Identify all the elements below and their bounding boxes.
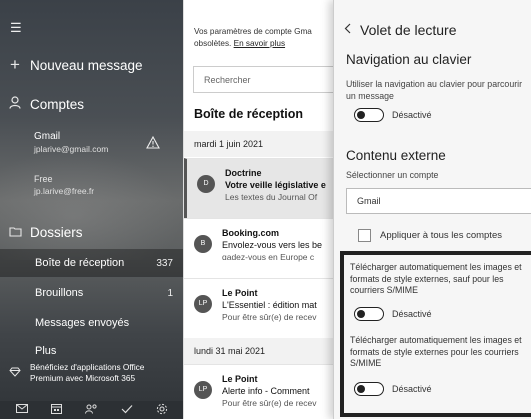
auto-download-smime-desc: Télécharger automatiquement les images e… xyxy=(350,335,522,368)
folder-more[interactable]: Plus xyxy=(0,338,183,364)
apply-all-option[interactable]: Appliquer à tous les comptes xyxy=(358,229,502,242)
mail-item[interactable]: LP Le Point Alerte info - Comment Pour ê… xyxy=(184,364,343,419)
pane-header: Volet de lecture xyxy=(344,22,457,38)
apply-all-checkbox[interactable] xyxy=(358,229,371,242)
mail-subject: L'Essentiel : édition mat xyxy=(222,300,317,310)
avatar: LP xyxy=(194,295,212,313)
auto-download-non-smime-desc: Télécharger automatiquement les images e… xyxy=(350,262,522,295)
calendar-icon[interactable] xyxy=(45,403,69,417)
folder-count: 1 xyxy=(167,287,173,299)
mail-sender: Le Point xyxy=(222,374,258,384)
todo-icon[interactable] xyxy=(115,404,139,417)
sidebar-footer xyxy=(0,401,183,419)
folder-label: Brouillons xyxy=(35,287,84,299)
mail-sender: Doctrine xyxy=(225,168,262,178)
toggle-knob xyxy=(357,309,365,318)
mail-list: Vos paramètres de compte Gma obsolètes. … xyxy=(183,0,343,419)
selected-account: Gmail xyxy=(357,196,381,206)
search-input[interactable]: Rechercher xyxy=(193,66,343,93)
new-message-button[interactable]: + Nouveau message xyxy=(0,52,183,78)
reading-pane-settings: Volet de lecture Navigation au clavier U… xyxy=(333,0,531,419)
folder-drafts[interactable]: Brouillons 1 xyxy=(0,279,183,307)
folder-sent[interactable]: Messages envoyés xyxy=(0,309,183,337)
toggle-state: Désactivé xyxy=(392,384,432,394)
mail-subject: Votre veille législative e xyxy=(225,180,326,190)
accounts-header[interactable]: Comptes xyxy=(0,91,183,117)
mail-sender: Booking.com xyxy=(222,228,280,238)
accounts-title: Comptes xyxy=(30,96,85,112)
external-content-title: Contenu externe xyxy=(346,148,446,163)
folder-label: Messages envoyés xyxy=(35,317,130,329)
mail-item[interactable]: LP Le Point L'Essentiel : édition mat Po… xyxy=(184,278,343,338)
toggle-knob xyxy=(357,110,365,119)
account-free[interactable]: Free jp.larive@free.fr xyxy=(34,174,94,196)
folder-count: 337 xyxy=(156,257,173,269)
toggle-knob xyxy=(357,384,365,393)
toggle-state: Désactivé xyxy=(392,110,432,120)
keyboard-nav-title: Navigation au clavier xyxy=(346,52,472,67)
toggle-state: Désactivé xyxy=(392,309,432,319)
account-gmail[interactable]: Gmail jplarive@gmail.com xyxy=(34,131,108,154)
folders-title: Dossiers xyxy=(30,224,83,240)
account-name: Gmail xyxy=(34,131,61,142)
auto-download-smime-toggle[interactable]: Désactivé xyxy=(354,382,432,396)
mail-subject: Alerte info - Comment xyxy=(222,386,310,396)
date-header: mardi 1 juin 2021 xyxy=(184,131,343,157)
hamburger-menu-icon[interactable]: ☰ xyxy=(10,20,22,36)
promo-text: Bénéficiez d'applications Office Premium… xyxy=(30,362,145,383)
search-placeholder: Rechercher xyxy=(204,75,251,85)
avatar: D xyxy=(197,175,215,193)
sidebar: ☰ + Nouveau message Comptes Gmail jplari… xyxy=(0,0,183,419)
person-icon xyxy=(0,96,30,112)
plus-icon: + xyxy=(10,55,20,74)
keyboard-nav-toggle[interactable]: Désactivé xyxy=(354,108,432,122)
account-notice: Vos paramètres de compte Gma obsolètes. … xyxy=(194,26,343,50)
auto-download-non-smime-toggle[interactable]: Désactivé xyxy=(354,307,432,321)
keyboard-nav-desc: Utiliser la navigation au clavier pour p… xyxy=(346,79,523,101)
notice-text: Vos paramètres de compte Gma xyxy=(194,27,312,36)
folder-label: Plus xyxy=(35,345,57,357)
folder-icon xyxy=(0,224,30,240)
pane-title: Volet de lecture xyxy=(360,22,457,38)
mail-item[interactable]: D Doctrine Votre veille législative e Le… xyxy=(184,158,343,218)
account-select[interactable]: Gmail xyxy=(346,188,531,214)
account-name: Free xyxy=(34,174,53,184)
folders-header[interactable]: Dossiers xyxy=(0,219,183,245)
mail-preview: Les textes du Journal Of xyxy=(225,192,318,202)
account-email: jplarive@gmail.com xyxy=(34,144,109,154)
date-header: lundi 31 mai 2021 xyxy=(184,338,343,364)
apply-all-label: Appliquer à tous les comptes xyxy=(380,230,502,241)
toggle-switch[interactable] xyxy=(354,382,384,396)
avatar: LP xyxy=(194,381,212,399)
inbox-title: Boîte de réception xyxy=(194,107,304,121)
toggle-switch[interactable] xyxy=(354,108,384,122)
mail-preview: Pour être sûr(e) de recev xyxy=(222,398,317,408)
mail-item[interactable]: B Booking.com Envolez-vous vers les be ɑ… xyxy=(184,218,343,278)
mail-preview: Pour être sûr(e) de recev xyxy=(222,312,317,322)
new-message-label: Nouveau message xyxy=(30,57,143,73)
mail-subject: Envolez-vous vers les be xyxy=(222,240,323,250)
back-arrow-icon[interactable] xyxy=(344,23,360,37)
mail-preview: ɑadez-vous en Europe c xyxy=(222,252,315,262)
office-promo[interactable]: Bénéficiez d'applications Office Premium… xyxy=(0,362,183,398)
notice-text-2: obsolètes. xyxy=(194,39,232,48)
diamond-icon xyxy=(0,364,30,380)
warning-icon xyxy=(146,135,160,154)
select-account-label: Sélectionner un compte xyxy=(346,170,439,180)
folder-label: Boîte de réception xyxy=(35,257,125,269)
mail-icon[interactable] xyxy=(10,404,34,416)
avatar: B xyxy=(194,235,212,253)
settings-icon[interactable] xyxy=(150,403,174,418)
toggle-switch[interactable] xyxy=(354,307,384,321)
account-email: jp.larive@free.fr xyxy=(34,186,95,196)
people-icon[interactable] xyxy=(80,403,104,417)
mail-sender: Le Point xyxy=(222,288,258,298)
folder-inbox[interactable]: Boîte de réception 337 xyxy=(0,249,183,277)
learn-more-link[interactable]: En savoir plus xyxy=(234,39,285,48)
